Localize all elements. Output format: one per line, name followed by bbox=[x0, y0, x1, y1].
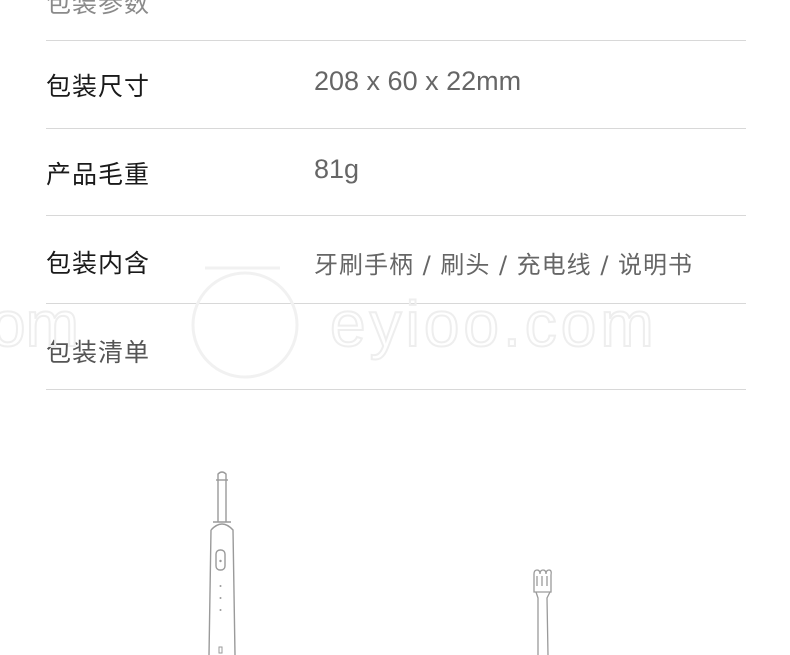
divider-4 bbox=[46, 389, 746, 390]
toothbrush-handle-image bbox=[208, 471, 236, 655]
watermark-text: eyioo.com bbox=[330, 288, 658, 360]
row-package-list-label: 包装清单 bbox=[46, 338, 151, 367]
row-package-size-label: 包装尺寸 bbox=[46, 72, 151, 101]
row-contents-label: 包装内含 bbox=[46, 249, 151, 278]
row-package-size-value: 208 x 60 x 22mm bbox=[314, 66, 522, 96]
row-contents-value: 牙刷手柄 / 刷头 / 充电线 / 说明书 bbox=[314, 251, 694, 279]
divider-1 bbox=[46, 128, 746, 129]
section-title: 包装参数 bbox=[46, 0, 151, 18]
divider-3 bbox=[46, 303, 746, 304]
brush-head-image bbox=[533, 569, 552, 655]
divider-top bbox=[46, 40, 746, 41]
divider-2 bbox=[46, 215, 746, 216]
row-gross-weight-label: 产品毛重 bbox=[46, 160, 151, 189]
row-gross-weight-value: 81g bbox=[314, 154, 360, 184]
